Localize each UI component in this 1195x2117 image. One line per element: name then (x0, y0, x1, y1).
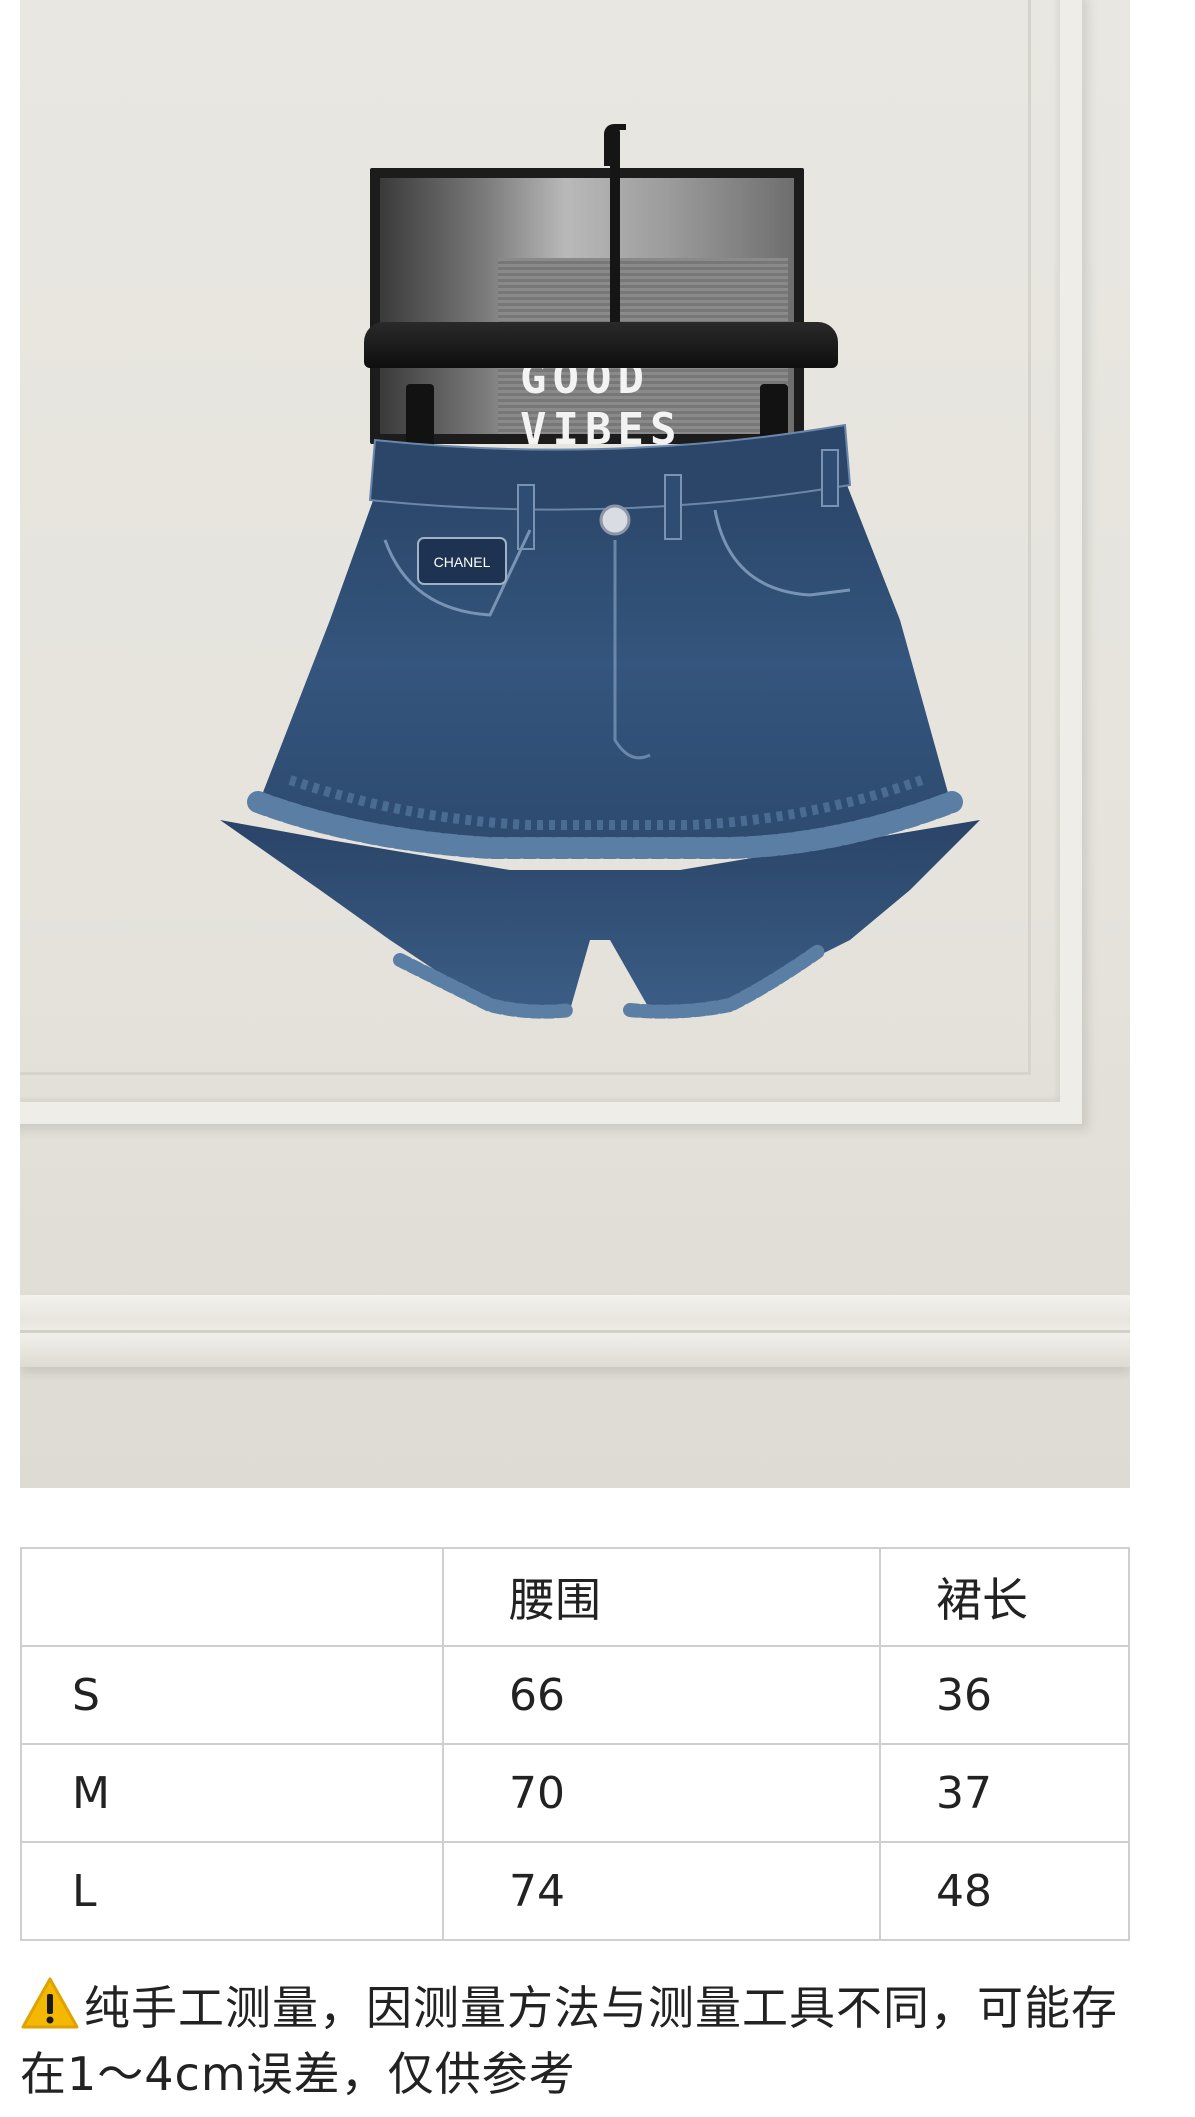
product-photo: GOOD VIBES CHANEL (20, 0, 1130, 1488)
size-cell: L (20, 1841, 444, 1941)
length-cell: 36 (879, 1645, 1130, 1745)
chair-rail-line (20, 1330, 1130, 1333)
waist-cell: 66 (442, 1645, 881, 1745)
table-header-row: 腰围 裙长 (20, 1547, 1130, 1647)
size-cell: S (20, 1645, 444, 1745)
header-cell-waist: 腰围 (442, 1547, 881, 1647)
size-cell: M (20, 1743, 444, 1843)
table-row: M 70 37 (20, 1743, 1130, 1843)
hanger-bar (364, 322, 838, 368)
size-chart-table: 腰围 裙长 S 66 36 M 70 37 L 74 48 (20, 1547, 1130, 1941)
disclaimer-text: 纯手工测量，因测量方法与测量工具不同，可能存在1～4cm误差，仅供参考 (20, 1981, 1118, 2101)
table-row: S 66 36 (20, 1645, 1130, 1745)
length-cell: 48 (879, 1841, 1130, 1941)
denim-shorts: CHANEL (220, 423, 980, 1019)
picture-frame: GOOD VIBES (370, 168, 804, 455)
length-cell: 37 (879, 1743, 1130, 1843)
measurement-disclaimer: 纯手工测量，因测量方法与测量工具不同，可能存在1～4cm误差，仅供参考 (20, 1975, 1150, 2107)
waist-cell: 74 (442, 1841, 881, 1941)
header-cell-length: 裙长 (879, 1547, 1130, 1647)
table-row: L 74 48 (20, 1841, 1130, 1941)
hanger-hook (604, 124, 626, 338)
waist-cell: 70 (442, 1743, 881, 1843)
warning-icon (21, 1977, 79, 2029)
header-cell-size (20, 1547, 444, 1647)
brand-patch-text: CHANEL (434, 554, 491, 570)
